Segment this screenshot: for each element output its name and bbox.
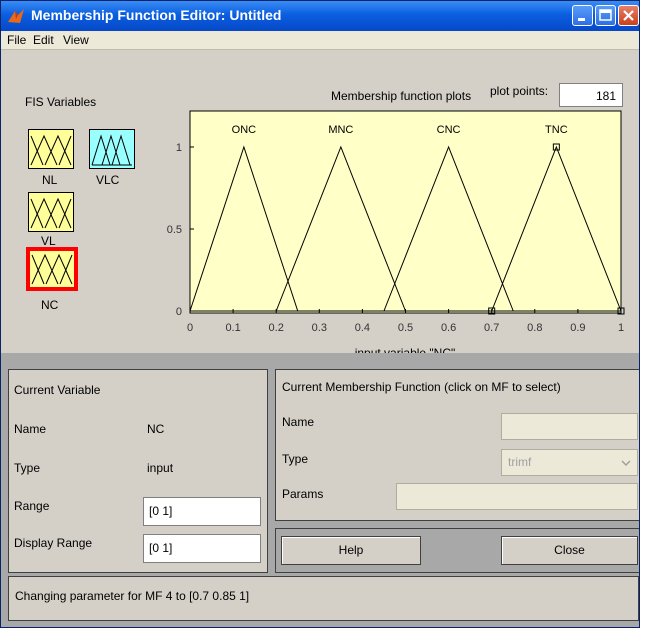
y-tick-label: 0 — [176, 306, 182, 318]
help-button[interactable]: Help — [281, 536, 421, 565]
mf-name-input[interactable] — [501, 413, 638, 440]
mf-type-select[interactable]: trimf — [501, 449, 638, 476]
x-tick-label: 0.1 — [225, 322, 240, 334]
mf-params-label: Params — [282, 487, 324, 501]
x-tick-label: 0 — [187, 322, 193, 334]
membership-function-editor-window: Membership Function Editor: Untitled Fil… — [0, 0, 640, 628]
x-tick-label: 0.8 — [527, 322, 542, 334]
x-tick-label: 0.6 — [441, 322, 456, 334]
range-input[interactable]: [0 1] — [143, 497, 261, 526]
x-tick-label: 1 — [618, 322, 624, 334]
status-bar: Changing parameter for MF 4 to [0.7 0.85… — [8, 576, 639, 621]
button-bar: Help Close — [275, 528, 639, 573]
mf-params-input[interactable] — [396, 483, 638, 510]
x-tick-label: 0.4 — [355, 322, 370, 334]
x-tick-label: 0.2 — [269, 322, 284, 334]
x-tick-label: 0.9 — [570, 322, 585, 334]
mf-label-cnc[interactable]: CNC — [437, 124, 461, 136]
display-range-input[interactable]: [0 1] — [143, 534, 261, 563]
y-tick-label: 1 — [176, 142, 182, 154]
x-tick-label: 0.5 — [398, 322, 413, 334]
y-tick-label: 0.5 — [167, 224, 182, 236]
status-text: Changing parameter for MF 4 to [0.7 0.85… — [15, 589, 250, 603]
x-tick-label: 0.7 — [484, 322, 499, 334]
current-variable-panel: Current Variable Name NC Type input Rang… — [8, 369, 268, 573]
mf-plot[interactable]: ONC MNC CNC TNC 0 0.1 0.2 0.3 0.4 0.5 0.6 0.7 0.8 0.… — [1, 1, 640, 361]
x-tick-label: 0.3 — [312, 322, 327, 334]
mf-label-onc[interactable]: ONC — [232, 124, 257, 136]
variable-type-label: Type — [14, 461, 41, 475]
variable-name-label: Name — [14, 422, 47, 436]
current-mf-header: Current Membership Function (click on MF… — [282, 380, 561, 394]
plot-background — [189, 110, 622, 314]
current-variable-header: Current Variable — [14, 383, 101, 397]
mf-type-value: trimf — [508, 455, 532, 469]
variable-type-value: input — [147, 461, 174, 475]
mf-label-mnc[interactable]: MNC — [328, 124, 353, 136]
close-button[interactable]: Close — [501, 536, 638, 565]
display-range-label: Display Range — [14, 536, 93, 550]
range-label: Range — [14, 499, 50, 513]
mf-label-tnc[interactable]: TNC — [545, 124, 568, 136]
mf-type-label: Type — [282, 452, 309, 466]
variable-name-value: NC — [147, 422, 165, 436]
mf-name-label: Name — [282, 415, 315, 429]
current-mf-panel: Current Membership Function (click on MF… — [275, 369, 639, 521]
chevron-down-icon — [621, 460, 631, 467]
